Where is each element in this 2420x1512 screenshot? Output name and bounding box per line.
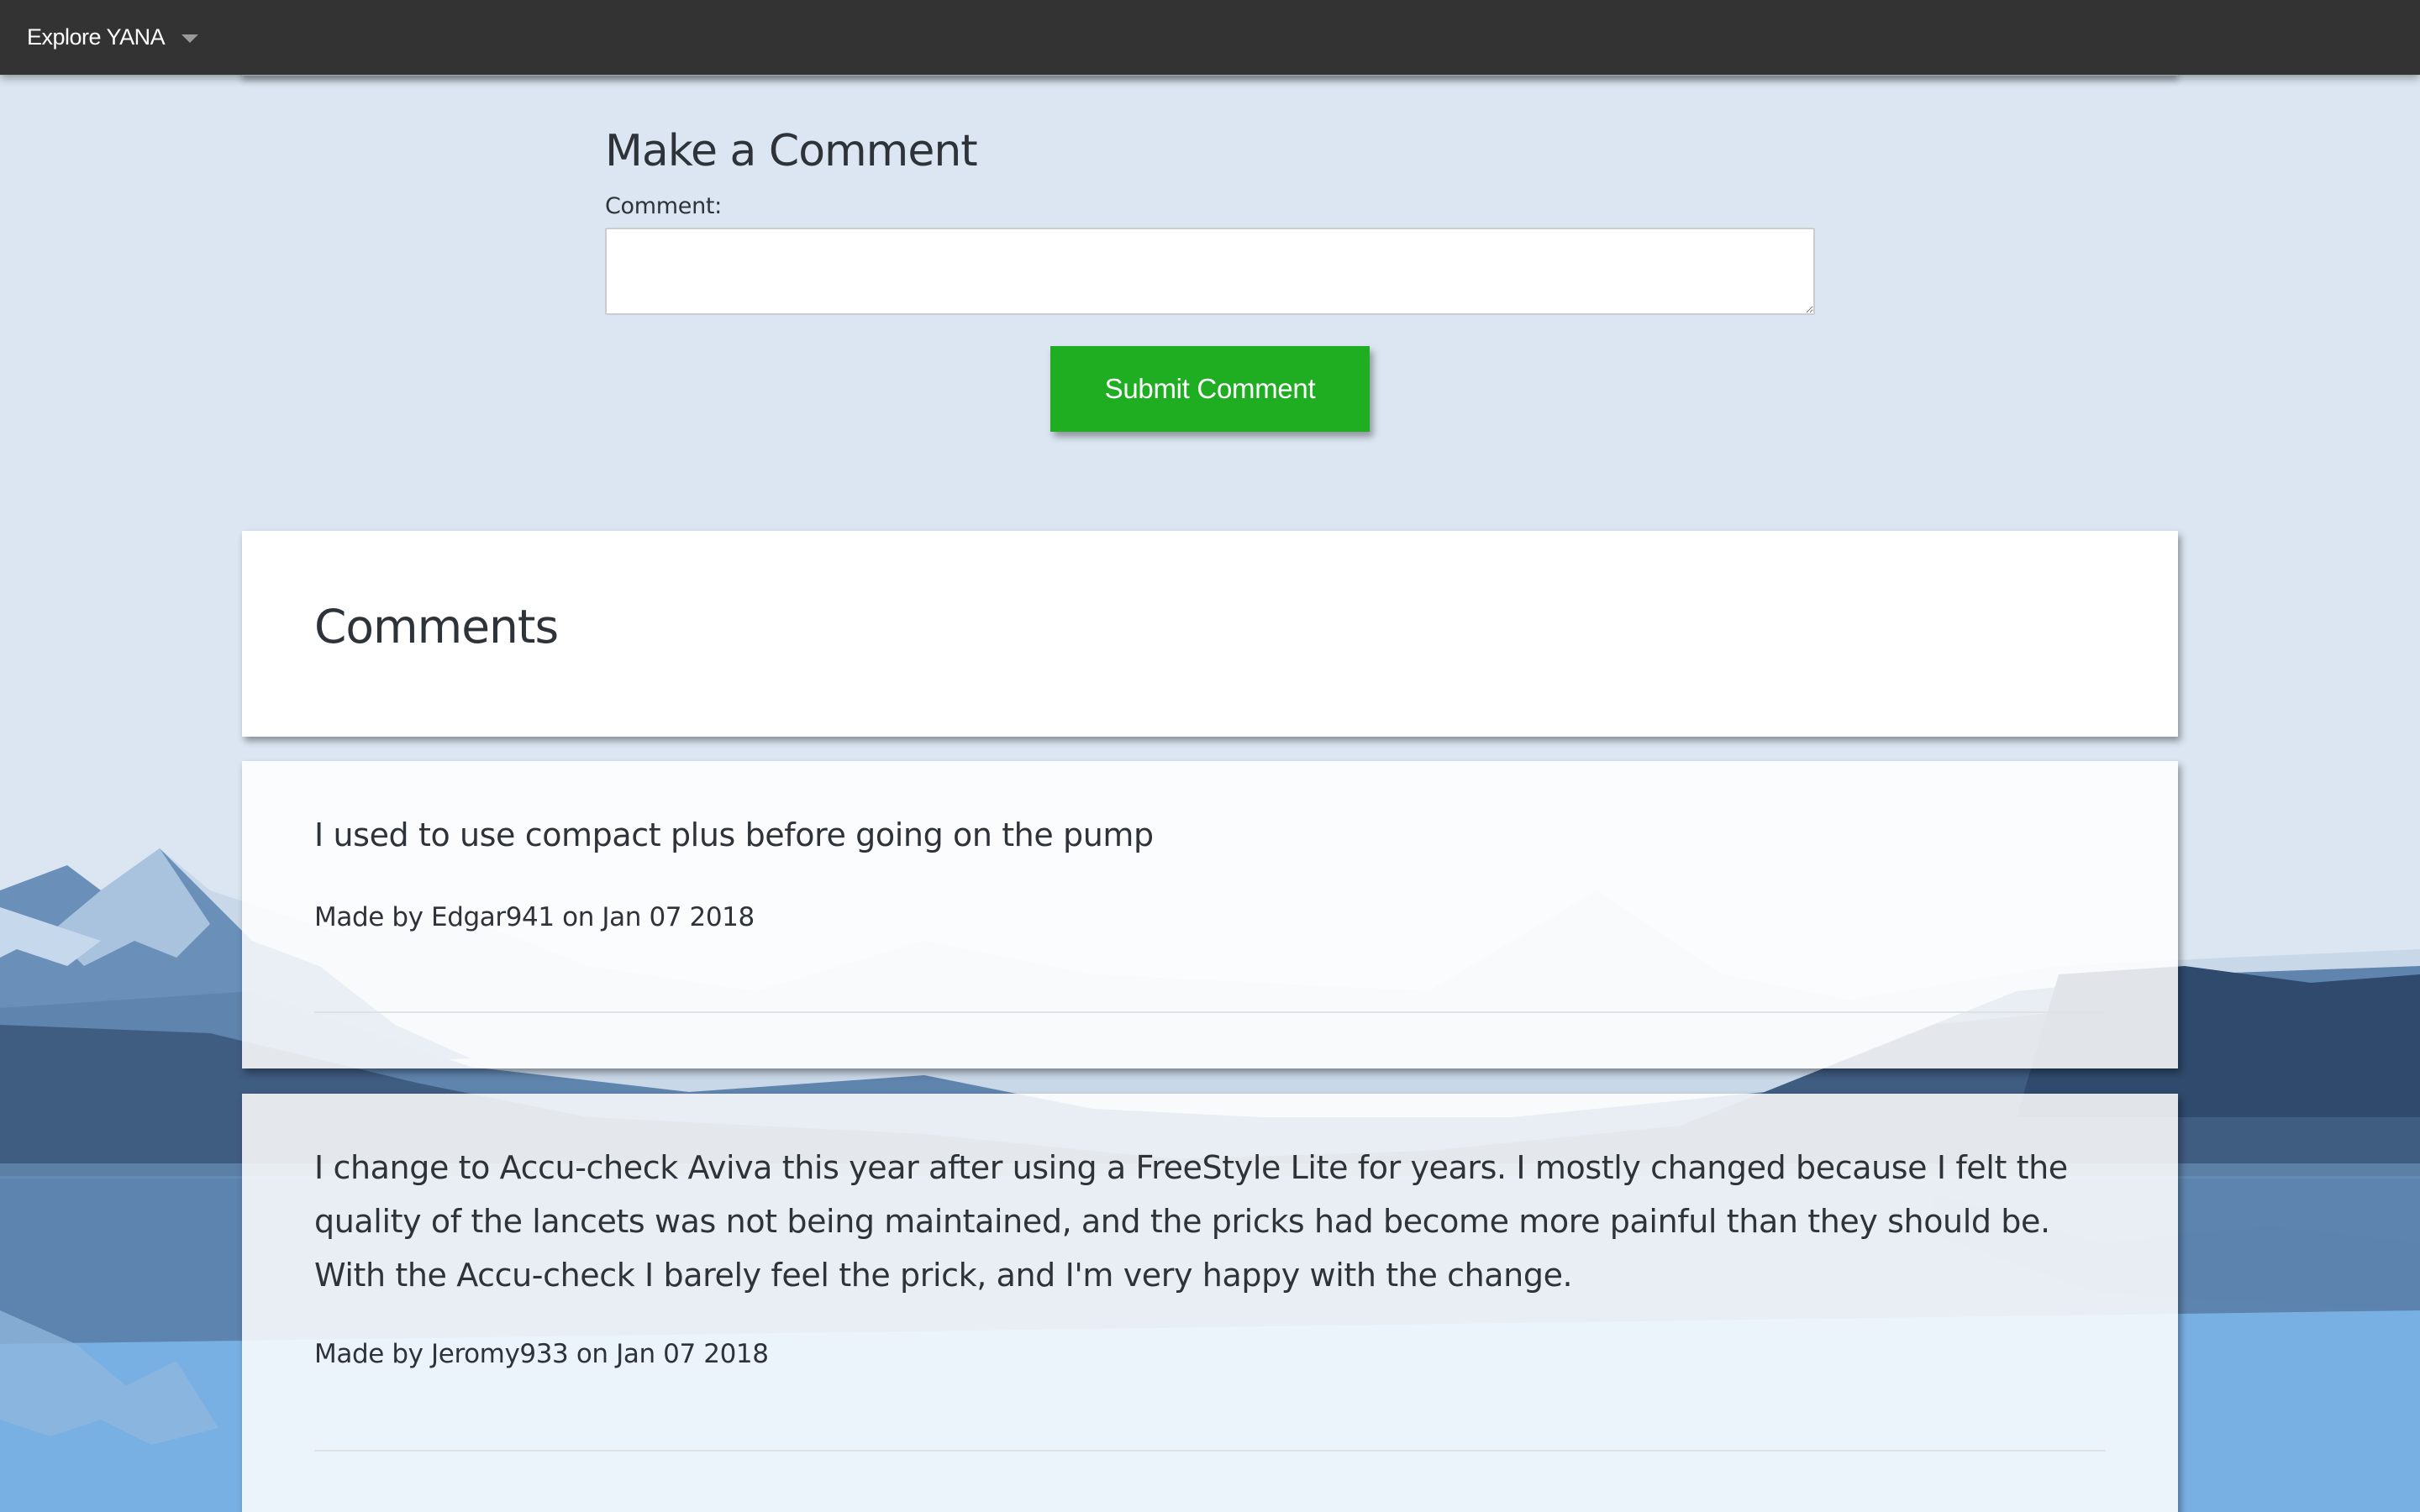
comment-form: Make a Comment Comment: Submit Comment: [605, 118, 1815, 432]
comment-text: I used to use compact plus before going …: [314, 816, 1154, 853]
chevron-down-icon: [182, 34, 199, 43]
submit-comment-button[interactable]: Submit Comment: [1050, 346, 1370, 432]
comment-meta: Made by Jeromy933 on Jan 07 2018: [314, 1339, 769, 1369]
explore-menu-label: Explore YANA: [27, 24, 166, 50]
explore-menu-toggle[interactable]: Explore YANA: [27, 0, 199, 75]
comment-card: I used to use compact plus before going …: [242, 761, 2178, 1068]
comment-divider: [314, 1450, 2106, 1452]
comments-heading: Comments: [314, 600, 559, 654]
comment-label: Comment:: [605, 193, 722, 219]
comment-meta: Made by Edgar941 on Jan 07 2018: [314, 902, 755, 932]
comments-header-card: Comments: [242, 531, 2178, 737]
form-title: Make a Comment: [605, 126, 978, 176]
comment-text: I change to Accu-check Aviva this year a…: [314, 1149, 2068, 1294]
comment-textarea[interactable]: [605, 228, 1815, 315]
comment-divider: [314, 1011, 2106, 1013]
comment-card: I change to Accu-check Aviva this year a…: [242, 1094, 2178, 1512]
top-navigation-bar: Explore YANA: [0, 0, 2420, 75]
